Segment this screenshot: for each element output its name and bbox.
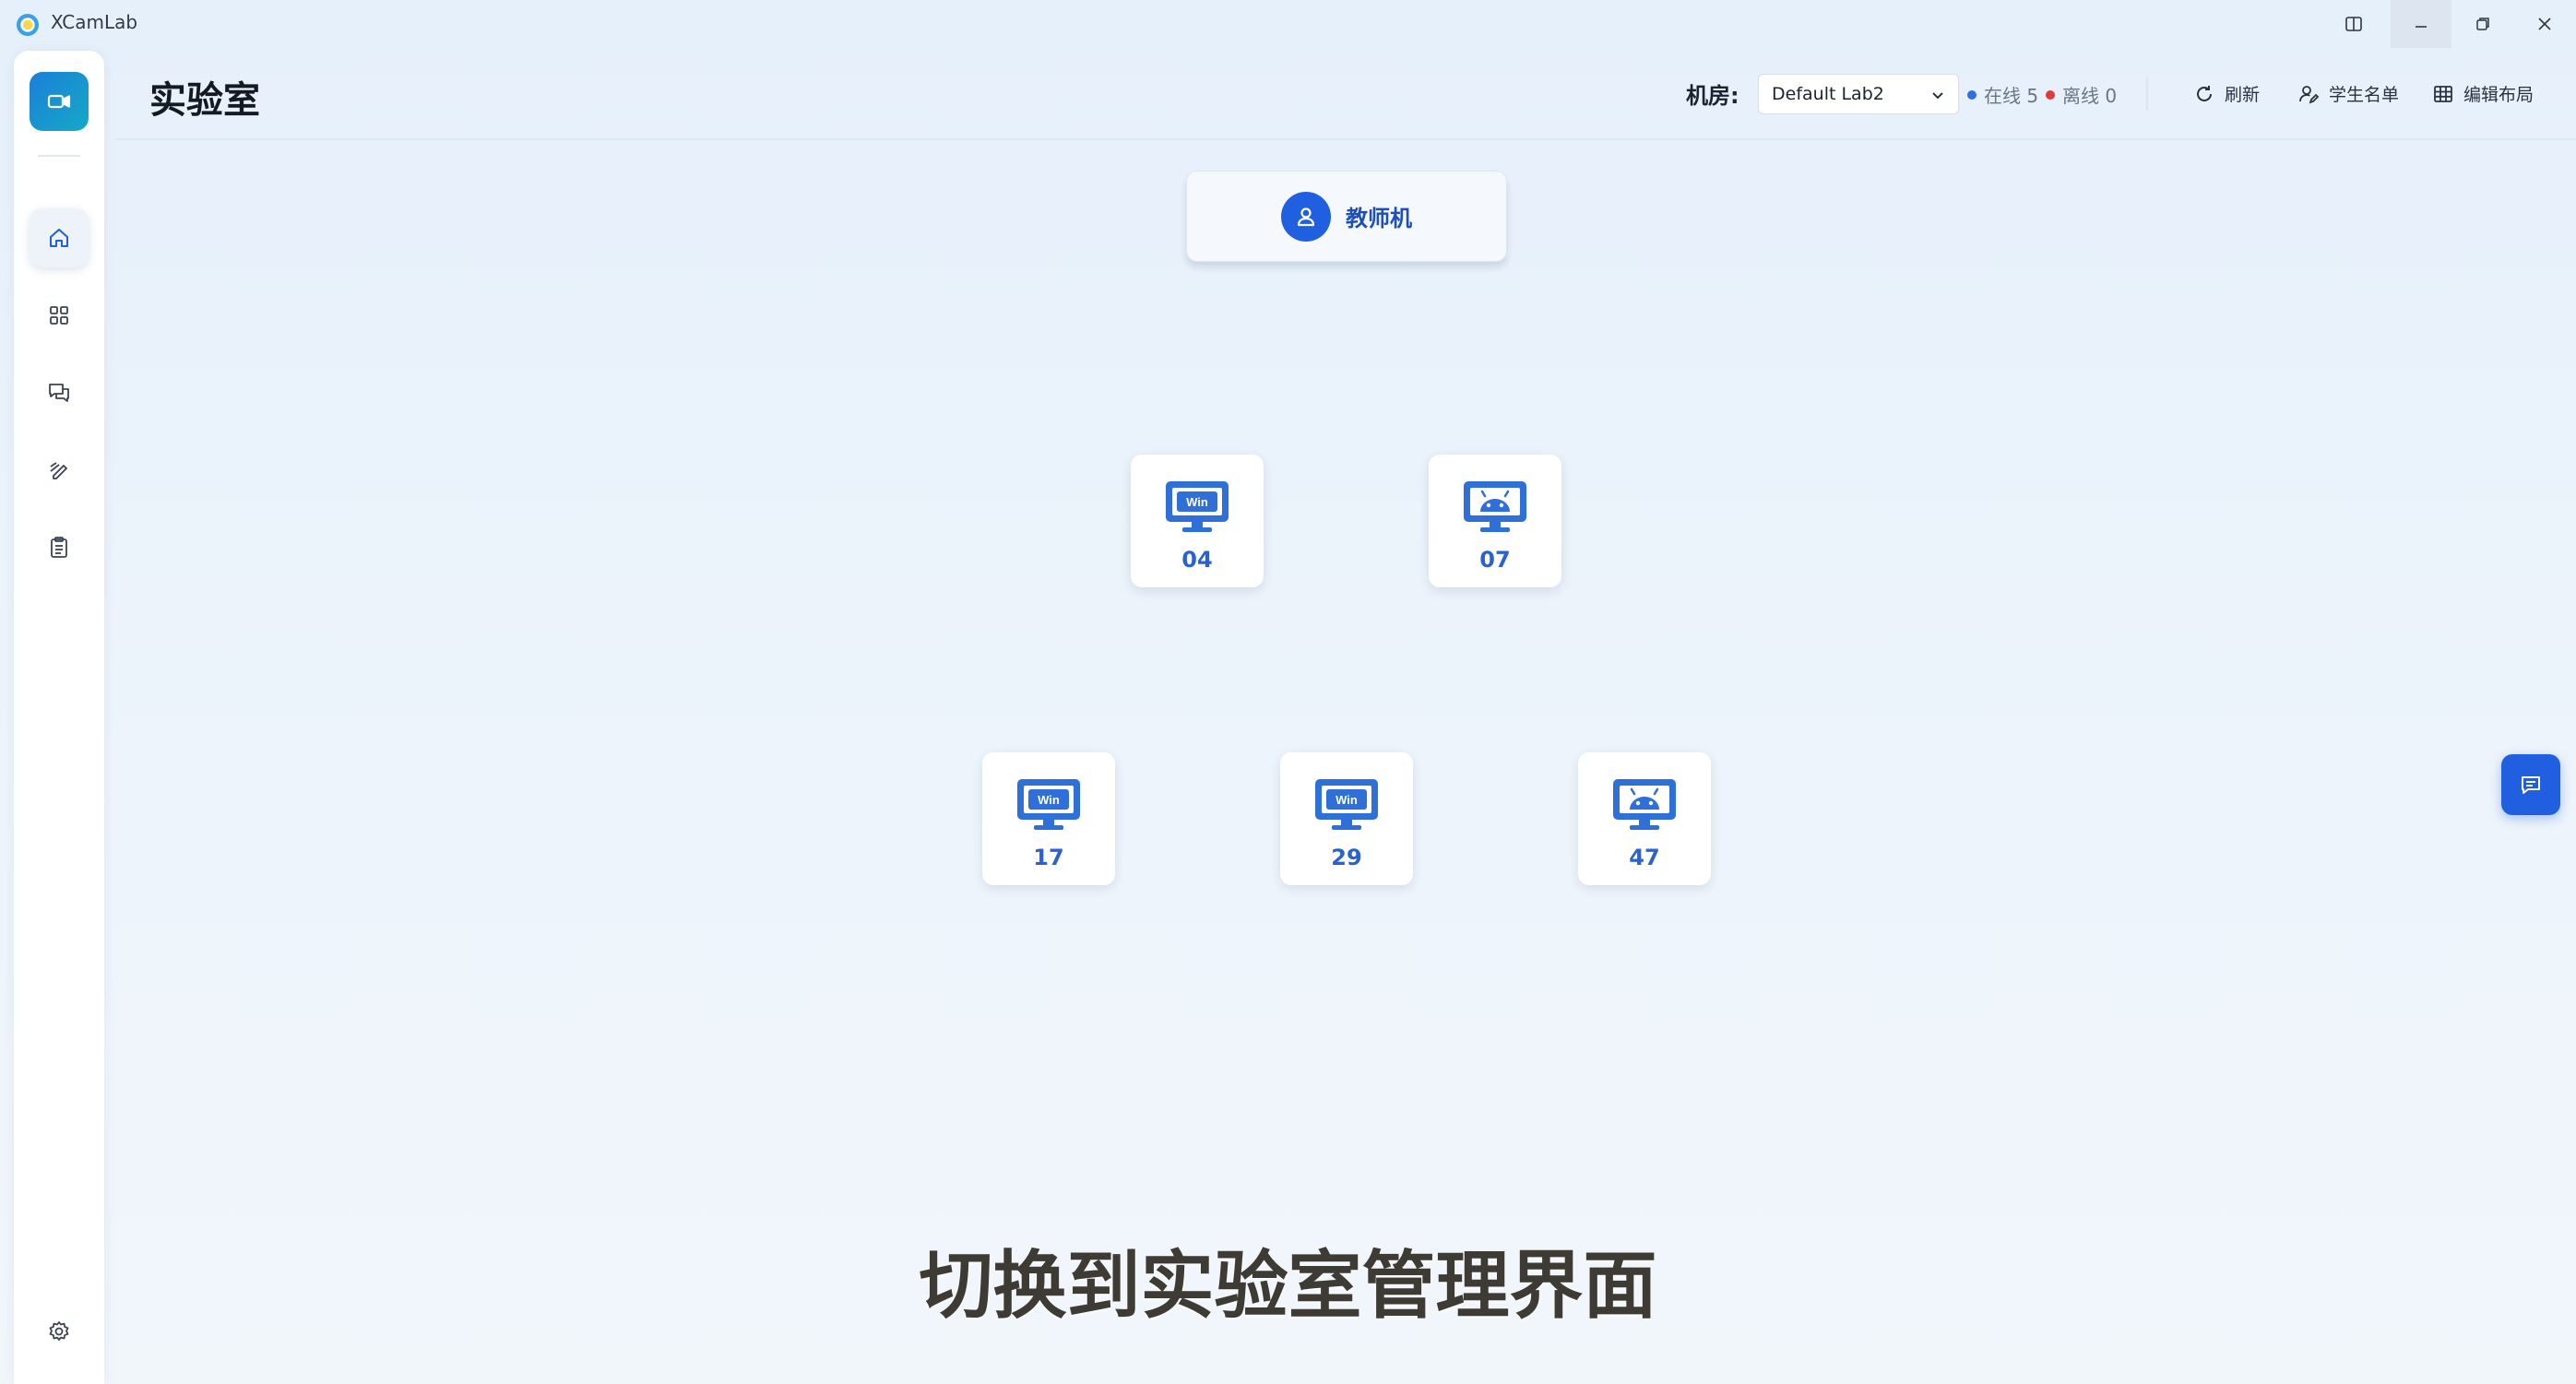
- seat-number: 07: [1479, 547, 1511, 573]
- teacher-machine-card[interactable]: 教师机: [1186, 171, 1507, 262]
- svg-text:Win: Win: [1335, 793, 1358, 807]
- refresh-label: 刷新: [2225, 85, 2261, 105]
- split-view-icon: [2345, 17, 2362, 31]
- online-count: 在线 5: [1984, 85, 2039, 107]
- close-button[interactable]: [2514, 0, 2575, 48]
- teacher-machine-label: 教师机: [1346, 206, 1412, 231]
- video-camera-icon: [47, 94, 71, 109]
- room-select[interactable]: Default Lab2: [1758, 74, 1959, 114]
- offline-status: 离线 0: [2046, 81, 2117, 108]
- sidebar-item-clipboard[interactable]: [30, 518, 89, 577]
- android-monitor-icon: [1613, 779, 1676, 830]
- edit-layout-button[interactable]: 编辑布局: [2432, 81, 2534, 106]
- refresh-icon: [2197, 85, 2212, 101]
- edit-layout-label: 编辑布局: [2463, 85, 2534, 105]
- restore-button[interactable]: [2452, 0, 2513, 48]
- room-select-value: Default Lab2: [1772, 84, 1884, 104]
- seat-card-47[interactable]: 47: [1578, 752, 1711, 885]
- header-divider: [2146, 77, 2148, 111]
- room-label: 机房:: [1686, 83, 1739, 109]
- sidebar-item-home[interactable]: [30, 208, 89, 267]
- sidebar-divider: [38, 155, 80, 157]
- minimize-button[interactable]: [2391, 0, 2451, 48]
- seat-number: 17: [1033, 845, 1064, 870]
- table-grid-icon: [2434, 85, 2452, 102]
- chat-icon: [49, 384, 69, 402]
- video-caption: 切换到实验室管理界面: [919, 1243, 1657, 1329]
- online-dot-icon: [1967, 89, 1977, 100]
- sidebar-item-edit[interactable]: [30, 441, 89, 500]
- seat-card-29[interactable]: Win 29: [1280, 752, 1413, 885]
- minimize-icon: [2416, 26, 2427, 28]
- title-bar: XCamLab: [0, 0, 2576, 48]
- page-title: 实验室: [149, 79, 260, 122]
- seat-number: 47: [1629, 845, 1660, 870]
- sidebar-item-grid[interactable]: [30, 286, 89, 345]
- sidebar: [14, 51, 104, 1384]
- svg-text:Win: Win: [1038, 793, 1060, 807]
- svg-text:Win: Win: [1186, 495, 1208, 509]
- seat-card-07[interactable]: 07: [1429, 455, 1561, 587]
- app-brand-button[interactable]: [30, 72, 89, 131]
- seat-card-04[interactable]: Win 04: [1131, 455, 1264, 587]
- user-edit-icon: [2299, 85, 2320, 103]
- message-icon: [2522, 776, 2540, 794]
- header-separator: [115, 138, 2576, 140]
- home-icon: [50, 229, 68, 247]
- seat-card-17[interactable]: Win 17: [982, 752, 1115, 885]
- app-logo-icon: [17, 14, 39, 36]
- sidebar-item-chat[interactable]: [30, 363, 89, 422]
- refresh-button[interactable]: 刷新: [2193, 81, 2260, 106]
- chevron-down-icon: [1932, 92, 1943, 100]
- student-list-label: 学生名单: [2329, 85, 2400, 105]
- clipboard-icon: [51, 537, 67, 558]
- window-title: XCamLab: [51, 11, 138, 33]
- offline-count: 离线 0: [2062, 85, 2118, 107]
- teacher-avatar: [1281, 191, 1331, 242]
- android-monitor-icon: [1464, 481, 1526, 532]
- offline-dot-icon: [2046, 89, 2055, 100]
- user-icon: [1297, 207, 1315, 226]
- seat-number: 29: [1331, 845, 1362, 870]
- student-list-button[interactable]: 学生名单: [2297, 81, 2399, 106]
- floating-message-button[interactable]: [2501, 754, 2560, 815]
- seat-number: 04: [1181, 547, 1213, 573]
- split-view-button[interactable]: [2323, 0, 2384, 48]
- edit-icon: [50, 462, 67, 479]
- windows-monitor-icon: Win: [1315, 779, 1378, 830]
- windows-monitor-icon: Win: [1017, 779, 1080, 830]
- restore-icon: [2476, 18, 2489, 30]
- online-status: 在线 5: [1967, 81, 2038, 108]
- windows-monitor-icon: Win: [1166, 481, 1229, 532]
- grid-icon: [50, 306, 68, 325]
- close-icon: [2538, 18, 2551, 30]
